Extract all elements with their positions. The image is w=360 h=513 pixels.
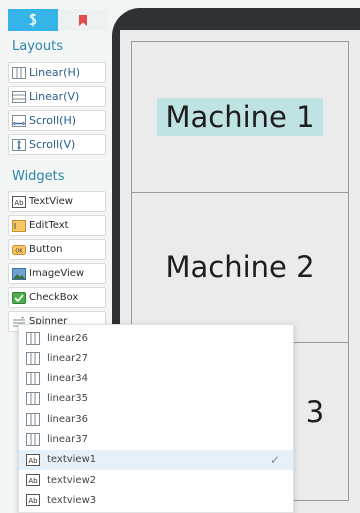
textview-icon: Ab — [26, 494, 40, 507]
tab-code[interactable] — [8, 9, 58, 31]
dropdown-item-linear37[interactable]: linear37 — [19, 430, 293, 450]
palette-item-textview[interactable]: Ab TextView — [8, 191, 106, 212]
preview-textview-1[interactable]: Machine 1 — [132, 42, 348, 192]
linear-icon — [26, 433, 40, 446]
check-icon: ✓ — [269, 452, 281, 467]
svg-text:Ab: Ab — [14, 199, 24, 207]
palette-item-imageview[interactable]: ImageView — [8, 263, 106, 284]
textview-icon: Ab — [12, 195, 26, 208]
palette-item-label: TextView — [29, 196, 73, 207]
palette-item-scroll-v[interactable]: Scroll(V) — [8, 134, 106, 155]
svg-text:OK: OK — [15, 248, 23, 254]
linear-icon — [26, 331, 40, 345]
palette-item-label: Scroll(H) — [29, 114, 77, 127]
layouts-section-title: Layouts — [12, 39, 63, 54]
textview-icon: Ab — [26, 474, 40, 487]
dropdown-item-linear26[interactable]: linear26 — [19, 328, 293, 348]
dropdown-item-textview1[interactable]: Ab textview1 ✓ — [19, 449, 293, 470]
palette-item-label: Linear(H) — [29, 66, 81, 79]
dropdown-item-linear35[interactable]: linear35 — [19, 389, 293, 409]
dropdown-item-label: textview2 — [47, 474, 97, 486]
palette-item-label: CheckBox — [29, 292, 79, 303]
dropdown-item-linear34[interactable]: linear34 — [19, 369, 293, 389]
linear-v-icon — [12, 90, 26, 103]
dropdown-item-label: textview1 — [47, 454, 97, 466]
dropdown-item-textview2[interactable]: Ab textview2 — [19, 470, 293, 490]
dropdown-item-label: linear35 — [47, 393, 89, 405]
palette-item-label: EditText — [29, 220, 69, 231]
view-selector-dropdown: linear26 linear27 linear34 linear35 linear36… — [18, 324, 294, 513]
textview-icon: Ab — [26, 453, 40, 466]
app-root: Layouts Linear(H) Linear(V) Scroll(H) Scrol… — [0, 0, 360, 513]
edittext-icon — [12, 219, 26, 232]
dropdown-item-label: linear37 — [47, 434, 89, 445]
palette-item-linear-h[interactable]: Linear(H) — [8, 62, 106, 83]
linear-icon — [26, 351, 40, 365]
svg-text:Ab: Ab — [28, 477, 38, 485]
button-icon: OK — [12, 244, 26, 256]
scroll-h-icon — [12, 114, 26, 127]
preview-textview-2[interactable]: Machine 2 — [132, 192, 348, 342]
dropdown-item-label: linear27 — [47, 352, 89, 364]
palette-item-label: Scroll(V) — [29, 138, 76, 151]
scroll-v-icon — [12, 138, 26, 151]
linear-h-icon — [12, 66, 26, 79]
dropdown-item-linear27[interactable]: linear27 — [19, 348, 293, 368]
code-icon — [28, 13, 38, 27]
dropdown-item-linear36[interactable]: linear36 — [19, 409, 293, 429]
tab-bookmark[interactable] — [58, 9, 108, 31]
palette-item-button[interactable]: OK Button — [8, 239, 106, 260]
preview-text: 3 — [305, 395, 325, 429]
linear-icon — [26, 412, 40, 426]
palette-item-checkbox[interactable]: CheckBox — [8, 287, 106, 308]
preview-text: Machine 1 — [157, 98, 323, 136]
checkbox-icon — [12, 291, 26, 304]
svg-text:Ab: Ab — [28, 457, 38, 465]
svg-text:Ab: Ab — [28, 497, 38, 505]
widgets-section-title: Widgets — [12, 169, 65, 184]
dropdown-item-textview3[interactable]: Ab textview3 — [19, 490, 293, 510]
dropdown-item-label: linear34 — [47, 373, 89, 385]
palette-item-linear-v[interactable]: Linear(V) — [8, 86, 106, 107]
palette-item-edittext[interactable]: EditText — [8, 215, 106, 236]
cell-divider — [132, 192, 348, 193]
dropdown-item-label: textview3 — [47, 494, 97, 506]
imageview-icon — [12, 267, 26, 280]
linear-icon — [26, 372, 40, 386]
preview-text: Machine 2 — [165, 250, 315, 284]
dropdown-item-label: linear36 — [47, 413, 89, 425]
dropdown-item-label: linear26 — [47, 332, 89, 344]
bookmark-icon — [79, 14, 87, 26]
palette-item-label: Button — [29, 244, 63, 255]
palette-item-label: Linear(V) — [29, 90, 80, 103]
palette-item-scroll-h[interactable]: Scroll(H) — [8, 110, 106, 131]
linear-icon — [26, 392, 40, 406]
palette-tabs — [8, 9, 108, 31]
palette-item-label: ImageView — [29, 268, 85, 279]
